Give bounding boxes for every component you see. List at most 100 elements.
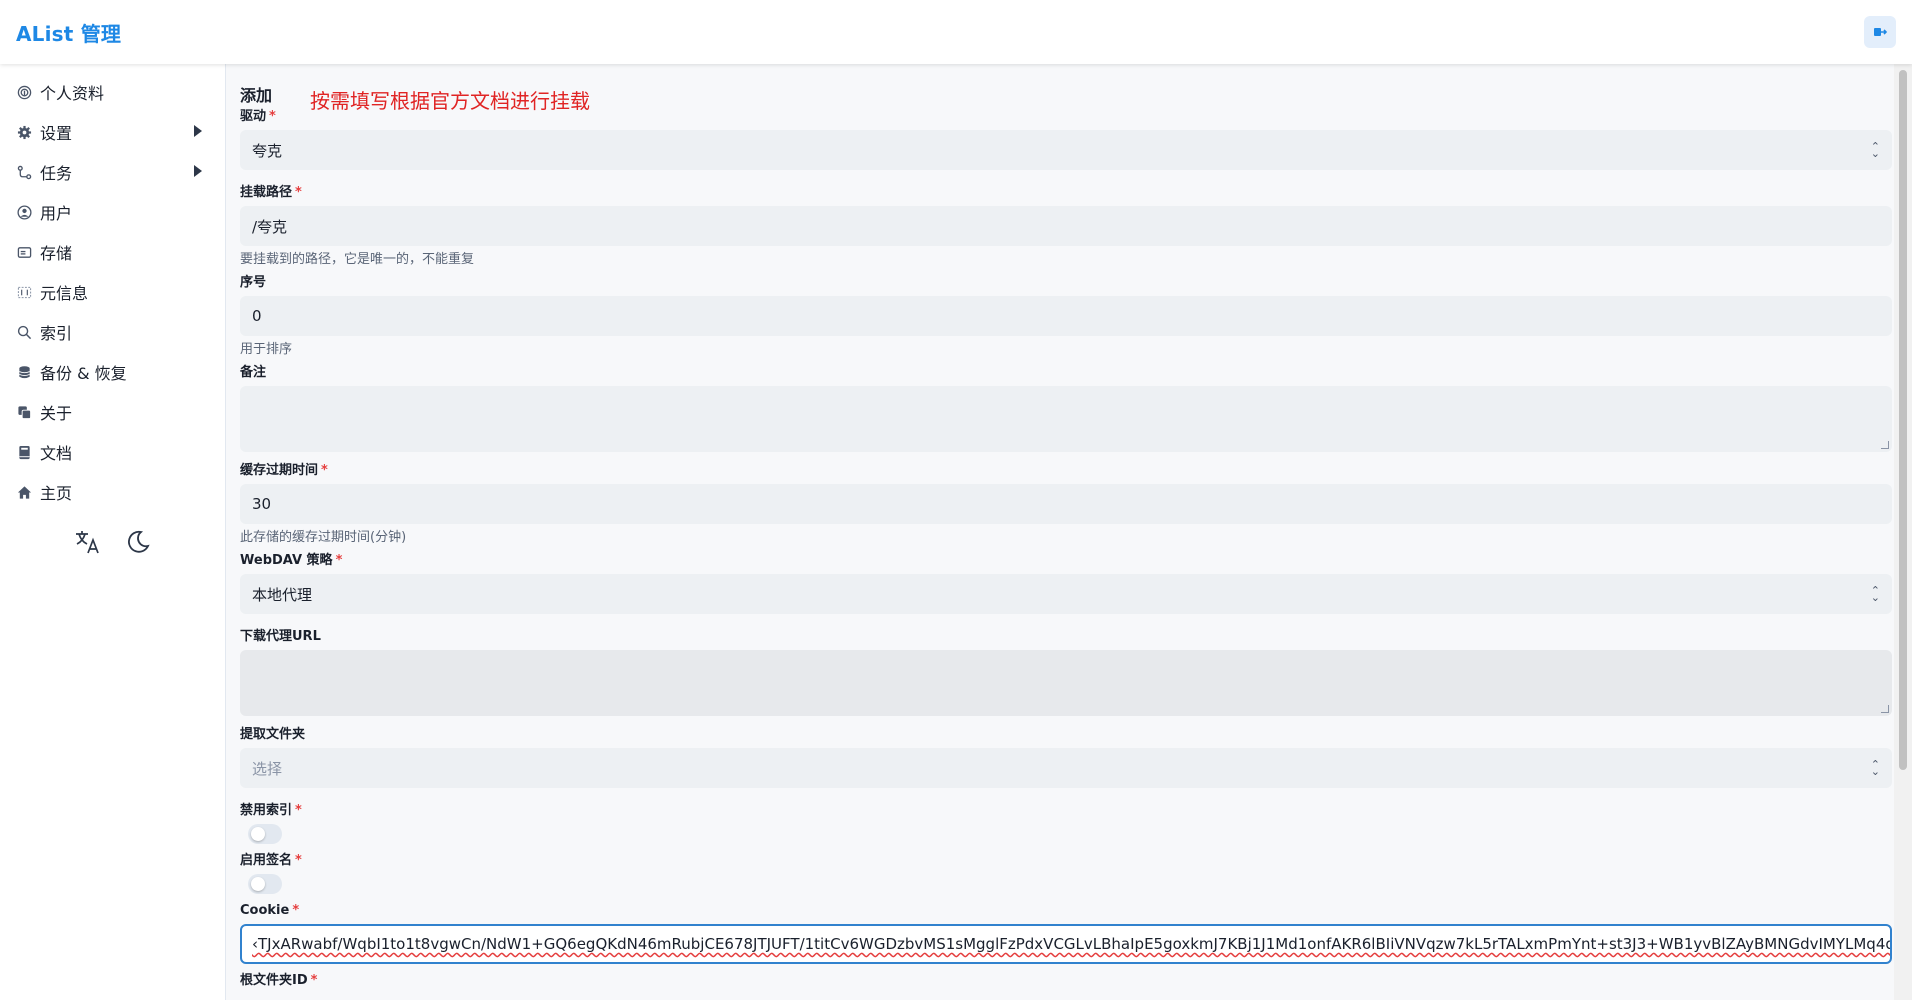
storage-icon xyxy=(16,244,32,260)
page-head: 添加 按需填写根据官方文档进行挂载 xyxy=(240,82,1892,113)
driver-label: 驱动 xyxy=(240,109,267,124)
order-input[interactable]: 0 xyxy=(240,296,1892,336)
required-mark: * xyxy=(310,973,318,988)
field-cookie: Cookie * ‹TJxARwabf/WqbI1to1t8vgwCn/NdW1+… xyxy=(240,902,1892,964)
sidebar-tools xyxy=(0,528,225,556)
cache-expiration-input[interactable]: 30 xyxy=(240,484,1892,524)
annotation-text: 按需填写根据官方文档进行挂载 xyxy=(310,88,590,113)
field-driver: 驱动 * 夸克 ⌃ ⌄ xyxy=(240,108,1892,170)
sidebar-item-tasks[interactable]: 任务 xyxy=(0,152,225,192)
chevron-updown-icon: ⌃ ⌄ xyxy=(1870,758,1880,778)
sidebar-item-label: 设置 xyxy=(40,124,73,143)
order-label: 序号 xyxy=(240,275,267,290)
scrollbar-thumb[interactable] xyxy=(1899,70,1907,770)
sidebar: 个人资料 设置 任务 用户 存储 元信息 索引 备份 & 恢复 关于 文档 主页 xyxy=(0,64,226,1000)
sidebar-item-backup-restore[interactable]: 备份 & 恢复 xyxy=(0,352,225,392)
caret-right-icon xyxy=(193,163,203,182)
sidebar-item-profile[interactable]: 个人资料 xyxy=(0,72,225,112)
add-storage-form: 添加 按需填写根据官方文档进行挂载 驱动 * 夸克 ⌃ ⌄ 挂载路径 * /夸克 要挂… xyxy=(240,64,1892,994)
theme-toggle-button[interactable] xyxy=(124,528,152,556)
download-proxy-url-textarea[interactable] xyxy=(240,650,1892,716)
extract-folder-placeholder: 选择 xyxy=(252,759,283,778)
page-title: 添加 xyxy=(240,86,273,105)
sidebar-item-settings[interactable]: 设置 xyxy=(0,112,225,152)
driver-select[interactable]: 夸克 ⌃ ⌄ xyxy=(240,130,1892,170)
sidebar-item-label: 索引 xyxy=(40,324,73,343)
cache-expiration-help: 此存储的缓存过期时间(分钟) xyxy=(240,530,407,545)
cache-expiration-value: 30 xyxy=(252,495,272,513)
sidebar-item-home[interactable]: 主页 xyxy=(0,472,225,512)
sidebar-item-label: 个人资料 xyxy=(40,84,105,103)
mount-path-help: 要挂载到的路径，它是唯一的，不能重复 xyxy=(240,252,475,267)
driver-value: 夸克 xyxy=(252,141,283,160)
logout-button[interactable] xyxy=(1864,16,1896,48)
webdav-policy-label: WebDAV 策略 xyxy=(240,553,333,568)
sidebar-item-storages[interactable]: 存储 xyxy=(0,232,225,272)
sidebar-item-label: 任务 xyxy=(40,164,73,183)
book-icon xyxy=(16,444,32,460)
required-mark: * xyxy=(292,903,300,918)
toggle-knob xyxy=(251,877,265,891)
download-proxy-url-label: 下载代理URL xyxy=(240,629,321,644)
language-button[interactable] xyxy=(74,528,102,556)
chevron-updown-icon: ⌃ ⌄ xyxy=(1870,584,1880,604)
database-icon xyxy=(16,364,32,380)
moon-icon xyxy=(127,530,150,553)
sidebar-item-label: 存储 xyxy=(40,244,73,263)
required-mark: * xyxy=(295,803,302,818)
field-disable-index: 禁用索引 * xyxy=(240,802,1892,844)
meta-icon xyxy=(16,284,32,300)
resize-grip-icon[interactable] xyxy=(1881,705,1889,713)
sidebar-item-docs[interactable]: 文档 xyxy=(0,432,225,472)
sidebar-item-label: 用户 xyxy=(40,204,73,223)
search-icon xyxy=(16,324,32,340)
required-mark: * xyxy=(335,553,343,568)
page-scrollbar[interactable] xyxy=(1894,64,1912,1000)
sidebar-item-label: 文档 xyxy=(40,444,73,463)
extract-folder-label: 提取文件夹 xyxy=(240,727,306,742)
translate-icon xyxy=(75,531,99,554)
top-header: AList 管理 xyxy=(0,0,1912,64)
order-help: 用于排序 xyxy=(240,342,293,357)
mount-path-value: /夸克 xyxy=(252,217,288,236)
mount-path-input[interactable]: /夸克 xyxy=(240,206,1892,246)
sidebar-item-metas[interactable]: 元信息 xyxy=(0,272,225,312)
field-download-proxy-url: 下载代理URL xyxy=(240,628,1892,716)
caret-right-icon xyxy=(193,123,203,142)
sidebar-item-about[interactable]: 关于 xyxy=(0,392,225,432)
webdav-policy-value: 本地代理 xyxy=(252,585,313,604)
logout-icon xyxy=(1874,28,1887,36)
fingerprint-icon xyxy=(16,84,32,100)
sidebar-item-indexes[interactable]: 索引 xyxy=(0,312,225,352)
webdav-policy-select[interactable]: 本地代理 ⌃ ⌄ xyxy=(240,574,1892,614)
field-webdav-policy: WebDAV 策略 * 本地代理 ⌃ ⌄ xyxy=(240,552,1892,614)
field-cache-expiration: 缓存过期时间 * 30 此存储的缓存过期时间(分钟) xyxy=(240,462,1892,546)
resize-grip-icon[interactable] xyxy=(1881,441,1889,449)
remark-textarea[interactable] xyxy=(240,386,1892,452)
sidebar-item-users[interactable]: 用户 xyxy=(0,192,225,232)
cookie-input[interactable]: ‹TJxARwabf/WqbI1to1t8vgwCn/NdW1+GQ6egQKd… xyxy=(240,924,1892,964)
gear-icon xyxy=(16,124,32,140)
enable-sign-label: 启用签名 xyxy=(240,853,293,868)
home-icon xyxy=(16,484,32,500)
enable-sign-toggle[interactable] xyxy=(248,874,282,894)
app-title[interactable]: AList 管理 xyxy=(16,18,121,47)
field-root-folder-id: 根文件夹ID * xyxy=(240,972,1892,990)
required-mark: * xyxy=(269,109,276,124)
main-area: 添加 按需填写根据官方文档进行挂载 驱动 * 夸克 ⌃ ⌄ 挂载路径 * /夸克 要挂… xyxy=(226,64,1894,1000)
cache-expiration-label: 缓存过期时间 xyxy=(240,463,319,478)
order-value: 0 xyxy=(252,307,262,325)
sidebar-item-label: 关于 xyxy=(40,404,73,423)
user-circle-icon xyxy=(16,204,32,220)
extract-folder-select[interactable]: 选择 ⌃ ⌄ xyxy=(240,748,1892,788)
copy-icon xyxy=(16,404,32,420)
field-remark: 备注 xyxy=(240,364,1892,452)
toggle-knob xyxy=(251,827,265,841)
disable-index-toggle[interactable] xyxy=(248,824,282,844)
chevron-updown-icon: ⌃ ⌄ xyxy=(1870,140,1880,160)
field-extract-folder: 提取文件夹 选择 ⌃ ⌄ xyxy=(240,726,1892,788)
remark-label: 备注 xyxy=(240,365,267,380)
disable-index-label: 禁用索引 xyxy=(240,803,293,818)
cookie-value: ‹TJxARwabf/WqbI1to1t8vgwCn/NdW1+GQ6egQKd… xyxy=(252,935,1892,953)
field-mount-path: 挂载路径 * /夸克 要挂载到的路径，它是唯一的，不能重复 xyxy=(240,184,1892,268)
